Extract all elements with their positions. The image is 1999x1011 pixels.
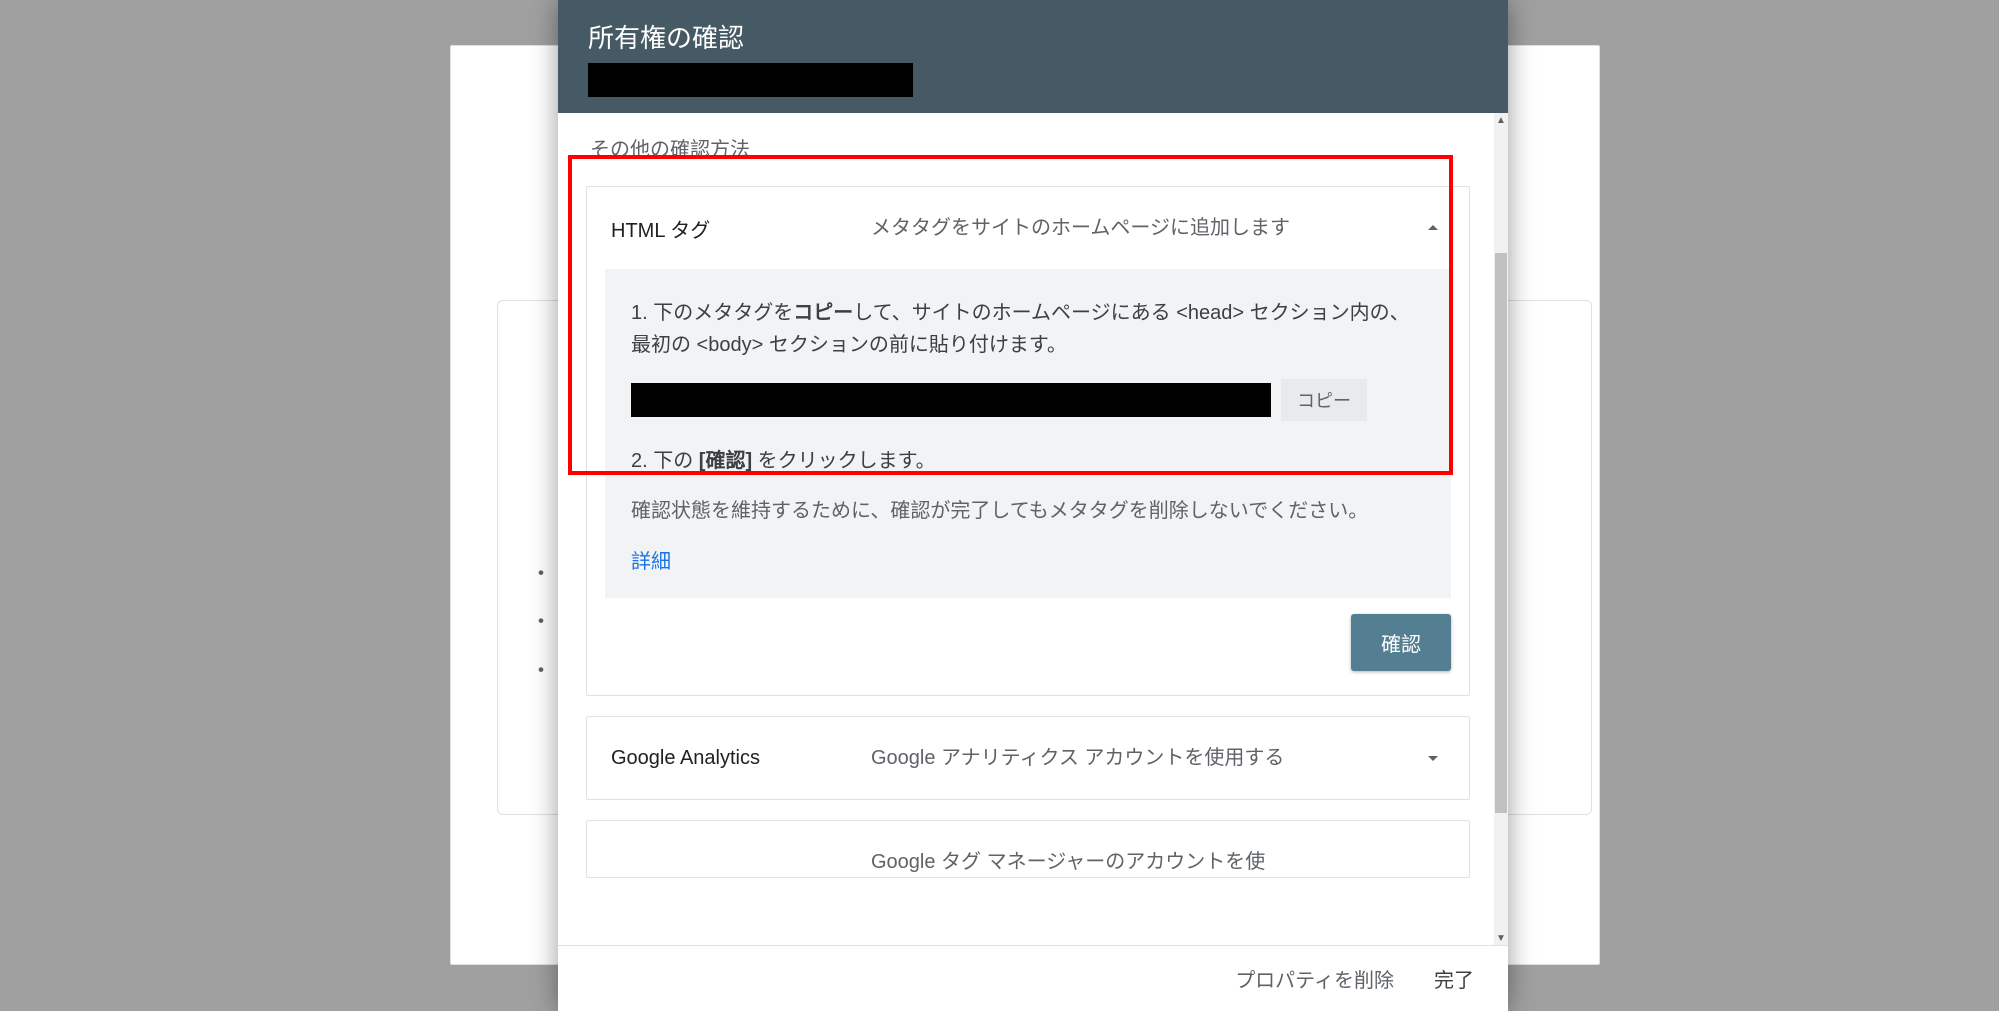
property-name-redacted <box>588 63 913 97</box>
instructions-box: 1. 下のメタタグをコピーして、サイトのホームページにある <head> セクシ… <box>605 269 1451 598</box>
method-ga-header[interactable]: Google Analytics Google アナリティクス アカウントを使用… <box>587 717 1469 799</box>
method-gtm-header[interactable]: Google タグ マネージャーのアカウントを使 <box>587 821 1469 877</box>
copy-button[interactable]: コピー <box>1281 379 1367 421</box>
chevron-up-icon <box>1421 216 1445 240</box>
details-link[interactable]: 詳細 <box>631 545 1425 574</box>
remove-property-link[interactable]: プロパティを削除 <box>1235 964 1394 993</box>
done-link[interactable]: 完了 <box>1434 964 1474 993</box>
other-methods-label: その他の確認方法 <box>586 133 1470 162</box>
meta-tag-row: コピー <box>631 379 1425 421</box>
method-google-analytics: Google Analytics Google アナリティクス アカウントを使用… <box>586 716 1470 800</box>
confirm-button[interactable]: 確認 <box>1351 614 1451 671</box>
step-1: 1. 下のメタタグをコピーして、サイトのホームページにある <head> セクシ… <box>631 297 1425 361</box>
background-bullets: ・ ・ ・ <box>530 550 552 695</box>
method-html-tag: HTML タグ メタタグをサイトのホームページに追加します 1. 下のメタタグを… <box>586 186 1470 696</box>
method-desc: Google タグ マネージャーのアカウントを使 <box>871 847 1445 877</box>
modal-body: その他の確認方法 HTML タグ メタタグをサイトのホームページに追加します 1… <box>558 113 1508 945</box>
meta-tag-redacted[interactable] <box>631 383 1271 417</box>
step-2: 2. 下の [確認] をクリックします。 <box>631 445 1425 477</box>
scroll-down-arrow-icon[interactable]: ▼ <box>1494 931 1508 945</box>
method-html-tag-body: 1. 下のメタタグをコピーして、サイトのホームページにある <head> セクシ… <box>587 269 1469 695</box>
method-html-tag-header[interactable]: HTML タグ メタタグをサイトのホームページに追加します <box>587 187 1469 269</box>
method-name: HTML タグ <box>611 214 871 243</box>
scrollbar-thumb[interactable] <box>1495 253 1507 813</box>
modal-header: 所有権の確認 <box>558 0 1508 113</box>
method-desc: メタタグをサイトのホームページに追加します <box>871 213 1421 243</box>
modal-footer: プロパティを削除 完了 <box>558 945 1508 1011</box>
modal-title: 所有権の確認 <box>588 18 1478 55</box>
chevron-down-icon <box>1421 746 1445 770</box>
method-name: Google Analytics <box>611 747 871 770</box>
verification-modal: 所有権の確認 その他の確認方法 HTML タグ メタタグをサイトのホームページに… <box>558 0 1508 1011</box>
keep-tag-note: 確認状態を維持するために、確認が完了してもメタタグを削除しないでください。 <box>631 495 1425 527</box>
method-gtm: Google タグ マネージャーのアカウントを使 <box>586 820 1470 878</box>
scrollbar-track[interactable]: ▲ ▼ <box>1494 113 1508 945</box>
method-desc: Google アナリティクス アカウントを使用する <box>871 743 1421 773</box>
scroll-up-arrow-icon[interactable]: ▲ <box>1494 113 1508 127</box>
